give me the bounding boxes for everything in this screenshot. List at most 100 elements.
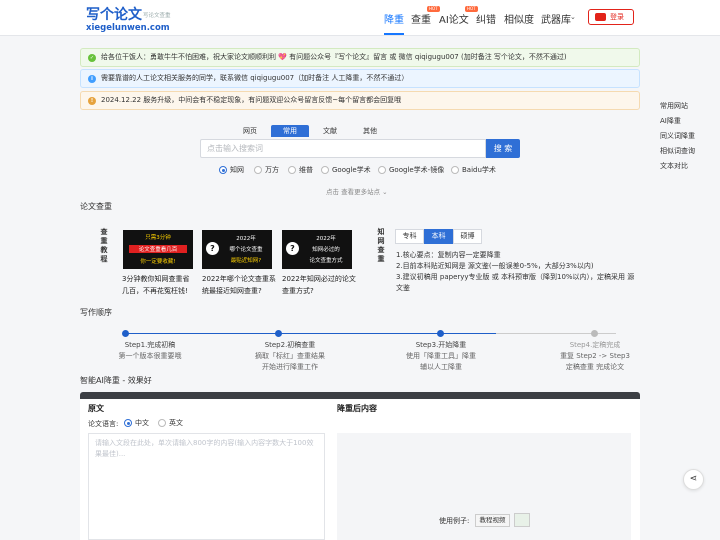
nav-active-underline: [384, 33, 404, 35]
right-link-text-compare[interactable]: 文本对比: [660, 161, 688, 171]
logo-main: 写个论文: [86, 7, 142, 23]
search-tab-common[interactable]: 常用: [271, 125, 309, 137]
radio-circle: [288, 166, 296, 174]
step-2-desc: 摘取「标红」查重结果: [255, 352, 325, 360]
nav-chachong[interactable]: 查重: [411, 11, 431, 26]
step-3-title: Step3.开始降重: [415, 341, 467, 349]
notice-text: 2024.12.22 服务升级，中间会有不稳定现象，有问题双迎公众号留言反馈~每…: [101, 96, 402, 104]
panel-top-bar: [80, 392, 640, 399]
nav-similarity[interactable]: 相似度: [504, 11, 534, 26]
degree-tab-master[interactable]: 硕博: [453, 229, 482, 244]
thumb-text: 2022年: [316, 236, 336, 242]
video-thumb-2[interactable]: ? 2022年 哪个论文查重 最贴近知网?: [202, 230, 272, 269]
timeline-dot: [122, 330, 129, 337]
more-sites-link[interactable]: 点击 查看更多站点 ⌄: [326, 186, 388, 196]
login-label: 登录: [610, 13, 624, 21]
point-3: 3.建议初稿用 paperyy专业版 或 本科预审版（降到10%以内），定稿采用…: [396, 273, 635, 292]
nav-ai-paper[interactable]: AI论文: [439, 11, 469, 26]
check-icon: ✓: [88, 54, 96, 62]
engine-radio-weipu[interactable]: 维普: [288, 165, 313, 175]
notice-warning: ! 2024.12.22 服务升级，中间会有不稳定现象，有问题双迎公众号留言反馈~…: [80, 91, 640, 110]
thumb-text: 你一定要收藏!: [140, 259, 176, 265]
nav-jiangchong[interactable]: 降重: [384, 11, 404, 26]
search-tab-web[interactable]: 网页: [231, 125, 269, 137]
engine-radio-baidu-scholar[interactable]: Baidu学术: [451, 165, 496, 175]
engine-label: Google学术-镜像: [389, 166, 445, 174]
lang-label: 论文语言:: [88, 420, 119, 428]
video-caption-2[interactable]: 2022年哪个论文查重系统最接近知网查重?: [202, 273, 276, 297]
degree-tab-junior[interactable]: 专科: [395, 229, 424, 244]
thumb-text: 只需3分钟: [145, 235, 171, 241]
thumb-text: 最贴近知网?: [230, 258, 262, 264]
engine-label: 维普: [299, 166, 313, 174]
degree-tab-bachelor[interactable]: 本科: [424, 229, 453, 244]
radio-circle: [321, 166, 329, 174]
share-icon[interactable]: ⋖: [683, 469, 704, 490]
lang-radio-chinese[interactable]: 中文: [124, 418, 149, 428]
step-2-desc: 开始进行降重工作: [262, 363, 318, 371]
original-textarea[interactable]: 请输入文段在此处，单次请输入800字的内容(输入内容字数大于100效果最佳)..…: [88, 433, 325, 540]
site-logo[interactable]: 写个论文 写论文查重 xiegelunwen.com: [86, 4, 196, 33]
search-tab-literature[interactable]: 文献: [311, 125, 349, 137]
nav-jiucuo[interactable]: 纠错: [476, 11, 496, 26]
lang-option-label: 英文: [169, 419, 183, 427]
video-thumb-3[interactable]: ? 2022年 知网必过的 论文查重方式: [282, 230, 352, 269]
right-link-synonym[interactable]: 同义词降重: [660, 131, 695, 141]
step-1-title: Step1.完成初稿: [124, 341, 176, 349]
timeline-dot: [591, 330, 598, 337]
engine-radio-wanfang[interactable]: 万方: [254, 165, 279, 175]
chevron-down-icon: ⌄: [570, 13, 576, 21]
login-button[interactable]: 登录: [588, 9, 634, 25]
lang-radio-english[interactable]: 英文: [158, 418, 183, 428]
example-label: 使用例子:: [439, 517, 470, 525]
engine-label: 万方: [265, 166, 279, 174]
step-2-title[interactable]: Step2.初稿查重: [250, 340, 330, 351]
section-title-paper-check: 论文查重: [80, 202, 112, 211]
video-caption-1[interactable]: 3分钟教你知网查重省几百，不再花冤枉钱!: [122, 273, 196, 297]
logo-domain: xiegelunwen.com: [86, 23, 170, 33]
lightbulb-icon: ?: [286, 242, 299, 255]
engine-radio-google-mirror[interactable]: Google学术-镜像: [378, 165, 444, 175]
radio-circle: [254, 166, 262, 174]
step-3-desc: 使用「降重工具」降重: [406, 352, 476, 360]
result-label: 降重后内容: [337, 404, 377, 413]
radio-circle: [158, 419, 166, 427]
example-thumbnail[interactable]: [514, 513, 530, 527]
notice-success: ✓ 给各位干饭人：勇敢牛牛不怕困难，祝大家论文顺顺利利 💖 有问题公众号『写个论文…: [80, 48, 640, 67]
nav-arsenal[interactable]: 武器库: [541, 11, 571, 26]
point-1: 1.核心要点：复制内容一定要降重: [396, 251, 501, 259]
right-link-similar-words[interactable]: 相似词查询: [660, 146, 695, 156]
right-link-ai-rewrite[interactable]: AI降重: [660, 116, 681, 126]
point-2: 2.目前本科贴近知网是 源文鉴(一般误差0-5%，大部分3%以内): [396, 262, 594, 270]
right-link-common-sites[interactable]: 常用网站: [660, 101, 688, 111]
engine-radio-cnki[interactable]: 知网: [219, 165, 244, 175]
video-caption-3[interactable]: 2022年知网必过的论文查重方式?: [282, 273, 356, 297]
thumb-text: 知网必过的: [312, 247, 340, 253]
logo-sub: 写论文查重: [143, 13, 171, 19]
tutorial-vertical-label: 查重教程: [100, 228, 108, 263]
wechat-icon: [595, 13, 606, 21]
notice-text: 给各位干饭人：勇敢牛牛不怕困难，祝大家论文顺顺利利 💖 有问题公众号『写个论文』…: [101, 53, 567, 61]
lightbulb-icon: ?: [206, 242, 219, 255]
tutorial-video-button[interactable]: 教程视频: [475, 514, 510, 527]
notice-info: i 需要靠谱的人工论文相关服务的同学，联系微信 qiqigugu007（加时备注 …: [80, 69, 640, 88]
timeline-dot: [437, 330, 444, 337]
notice-text: 需要靠谱的人工论文相关服务的同学，联系微信 qiqigugu007（加时备注 人…: [101, 74, 409, 82]
thumb-text: 哪个论文查重: [229, 247, 263, 253]
engine-label: Google学术: [332, 166, 371, 174]
top-header: 写个论文 写论文查重 xiegelunwen.com 降重 查重 HOT AI论…: [0, 0, 720, 36]
hot-badge: HOT: [427, 6, 440, 12]
radio-circle: [378, 166, 386, 174]
section-title-ai-rewrite: 智能AI降重 - 效果好: [80, 376, 152, 385]
timeline-line-pending: [496, 333, 616, 334]
search-input[interactable]: 点击输入搜索词: [200, 139, 486, 158]
cnki-vertical-label: 知网查重: [377, 228, 385, 263]
search-tab-other[interactable]: 其他: [351, 125, 389, 137]
engine-radio-google-scholar[interactable]: Google学术: [321, 165, 371, 175]
video-thumb-1[interactable]: 只需3分钟 论文查重看几百 你一定要收藏!: [123, 230, 193, 269]
radio-circle: [219, 166, 227, 174]
search-button[interactable]: 搜 索: [486, 139, 520, 158]
step-4-desc: 重复 Step2 -> Step3: [560, 352, 630, 360]
step-3-desc: 辅以人工降重: [420, 363, 462, 371]
thumb-text: 2022年: [236, 236, 256, 242]
